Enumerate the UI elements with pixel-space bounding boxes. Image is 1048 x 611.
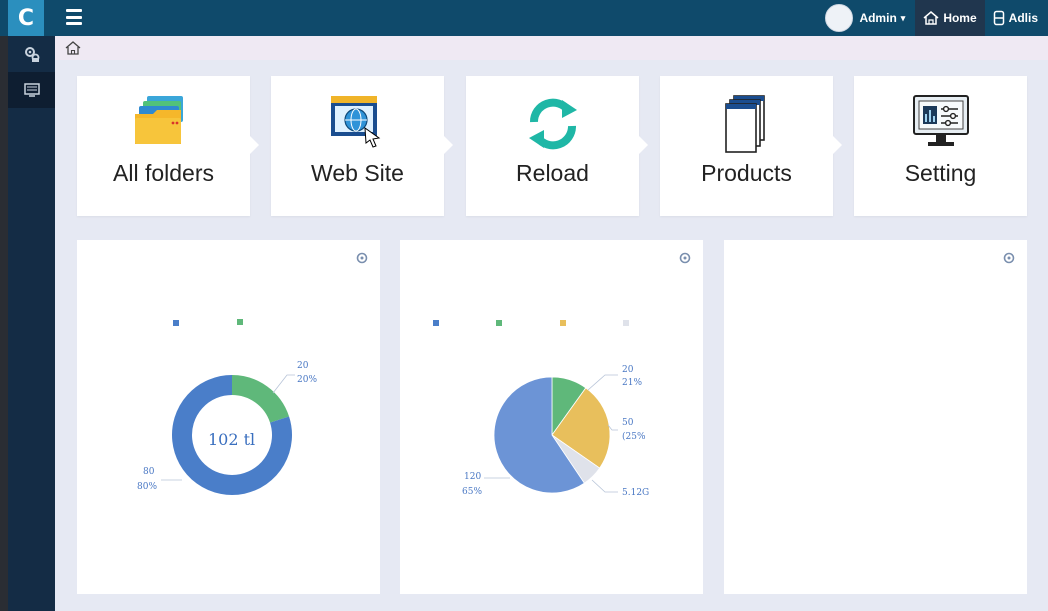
donut-center-label: 102 tl [208,430,256,449]
tile-connector [444,136,453,154]
slice-value-label: 50 [622,418,634,428]
home-button[interactable]: Home [915,0,985,36]
main-content: All folders Web Site Reload Products Set… [55,36,1048,611]
slice-percent-label: 20% [297,375,318,385]
user-name: Admin [859,11,897,25]
home-icon[interactable] [65,41,81,55]
user-avatar[interactable] [825,4,854,32]
slice-value-label: 80 [143,467,155,477]
pie-chart [484,374,618,494]
tile-label: All folders [113,160,214,186]
menu-toggle-icon[interactable] [66,9,82,25]
home-icon [923,11,939,25]
tile-label: Products [701,160,792,186]
tile-label: Web Site [311,160,404,186]
settings-monitor-icon [912,95,969,146]
app-logo[interactable]: C [8,0,44,36]
sidebar [8,36,55,611]
slice-value-label: 20 [622,365,634,375]
chart-panel-1: 102 tl 20 20% 80 80% [77,240,380,594]
slice-percent-label: 80% [137,482,158,492]
home-button-label: Home [943,11,977,25]
tile-setting[interactable]: Setting [854,76,1027,216]
donut-slice[interactable] [231,375,290,424]
donut-chart [161,374,295,495]
tile-all-folders[interactable]: All folders [77,76,259,216]
adlis-icon [993,10,1004,26]
leader-line [272,374,295,394]
tile-connector [833,136,842,154]
breadcrumb [55,36,1048,60]
slice-value-label: 5.12G [622,488,650,498]
leader-line [587,374,618,391]
folders-icon [134,96,183,144]
tile-connector [639,136,648,154]
reload-icon [528,98,577,150]
tile-connector [250,136,259,154]
tile-web-site[interactable]: Web Site [271,76,453,216]
tile-label: Reload [516,160,589,186]
top-navbar: C Admin ▾ Home Adlis [0,0,1048,36]
tile-label: Setting [904,160,977,186]
slice-value-label: 120 [464,472,482,482]
products-icon [724,95,765,153]
website-icon [330,96,380,148]
tile-reload[interactable]: Reload [466,76,648,216]
adlis-button[interactable]: Adlis [985,0,1048,36]
sidebar-item-dashboard[interactable] [8,72,55,108]
gears-icon [24,47,39,62]
settings-icon[interactable] [1003,252,1015,264]
leader-line [591,479,618,493]
adlis-button-label: Adlis [1008,11,1038,25]
chart-panel-3 [724,240,1027,594]
chart-panel-2: 20 21% 50 (25% 5.12G 120 65% [400,240,703,594]
slice-percent-label: 65% [462,487,483,497]
slice-percent-label: 21% [622,378,643,388]
tile-products[interactable]: Products [660,76,842,216]
user-menu[interactable]: Admin ▾ [859,11,905,25]
chevron-down-icon: ▾ [900,12,906,23]
monitor-icon [23,83,40,97]
slice-percent-label: (25% [622,432,646,442]
sidebar-item-settings[interactable] [8,36,55,72]
slice-value-label: 20 [297,361,309,371]
